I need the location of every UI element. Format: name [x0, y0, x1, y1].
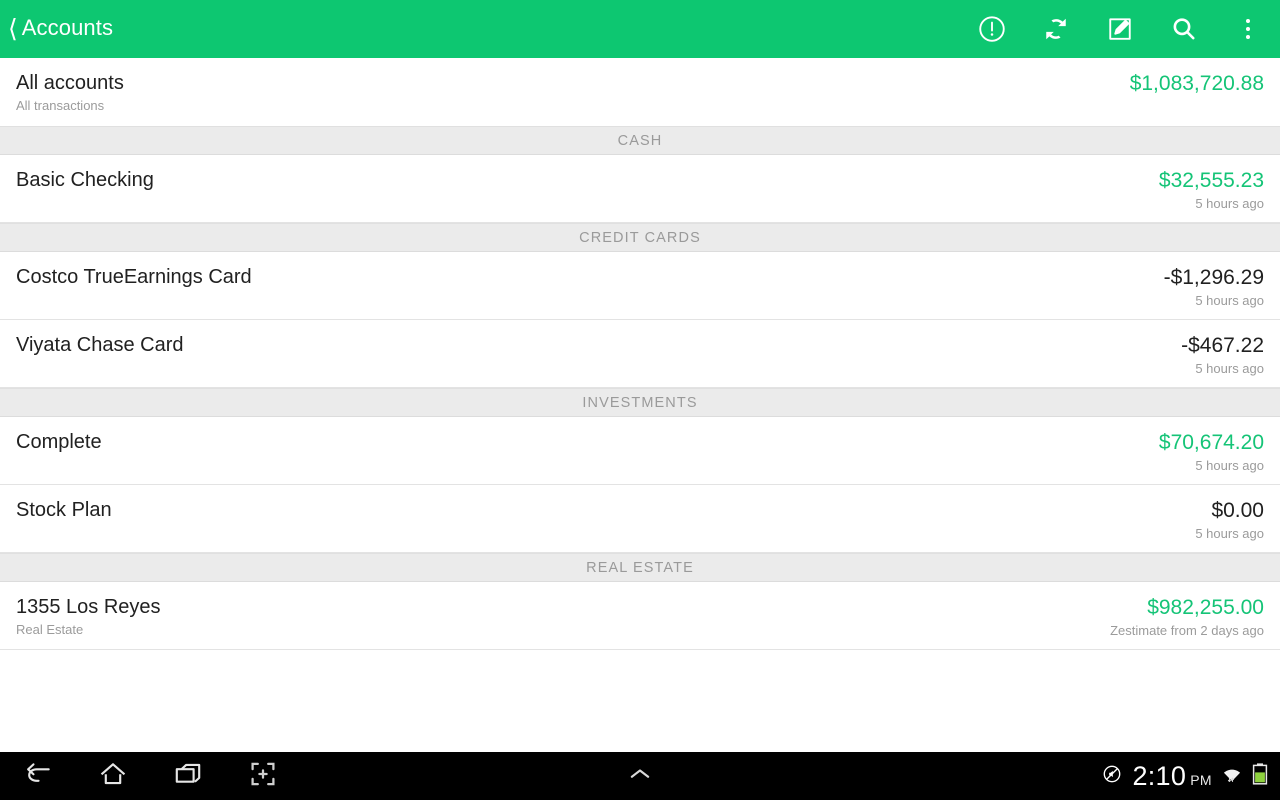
account-labels: Costco TrueEarnings Card — [16, 266, 252, 292]
back-chevron-icon: ⟨ — [8, 14, 18, 43]
page-title: Accounts — [21, 15, 114, 40]
section-label: REAL ESTATE — [586, 559, 694, 576]
account-labels: Viyata Chase Card — [16, 334, 184, 360]
account-value: $32,555.23 5 hours ago — [1159, 169, 1264, 212]
home-nav-icon — [97, 758, 129, 795]
account-updated-time: 5 hours ago — [1195, 458, 1264, 473]
all-accounts-labels: All accounts All transactions — [16, 72, 124, 114]
search-button[interactable] — [1152, 0, 1216, 58]
account-row-complete[interactable]: Complete $70,674.20 5 hours ago — [0, 417, 1280, 485]
account-name: 1355 Los Reyes — [16, 596, 161, 618]
status-area[interactable]: 2:10 PM — [1101, 762, 1280, 791]
account-name: Complete — [16, 431, 102, 453]
account-amount: $70,674.20 — [1158, 431, 1264, 454]
account-amount: -$467.22 — [1181, 334, 1264, 357]
section-header-real-estate: REAL ESTATE — [0, 553, 1280, 582]
account-value: $70,674.20 5 hours ago — [1159, 431, 1264, 474]
section-label: CREDIT CARDS — [579, 229, 701, 246]
section-header-investments: INVESTMENTS — [0, 388, 1280, 417]
android-navigation-bar: 2:10 PM — [0, 752, 1280, 800]
clock-ampm: PM — [1190, 771, 1212, 788]
home-nav-button[interactable] — [89, 752, 137, 800]
account-amount: $32,555.23 — [1158, 169, 1264, 192]
mute-icon — [1101, 763, 1123, 790]
nav-buttons — [0, 752, 287, 800]
all-accounts-name: All accounts — [16, 72, 124, 94]
refresh-button[interactable] — [1024, 0, 1088, 58]
recent-apps-nav-button[interactable] — [164, 752, 212, 800]
account-value: -$1,296.29 5 hours ago — [1164, 266, 1264, 309]
all-accounts-amount: $1,083,720.88 — [1129, 72, 1264, 95]
section-header-cash: CASH — [0, 126, 1280, 155]
all-accounts-value: $1,083,720.88 — [1130, 72, 1264, 96]
account-labels: Stock Plan — [16, 499, 112, 525]
all-accounts-row[interactable]: All accounts All transactions $1,083,720… — [0, 58, 1280, 126]
status-clock: 2:10 PM — [1132, 760, 1212, 791]
compose-icon — [1105, 14, 1135, 44]
account-name: Basic Checking — [16, 169, 154, 191]
recent-apps-nav-icon — [172, 758, 204, 795]
account-value: $0.00 5 hours ago — [1195, 499, 1264, 542]
account-row-1355-los-reyes[interactable]: 1355 Los Reyes Real Estate $982,255.00 Z… — [0, 582, 1280, 650]
app-bar: ⟨ Accounts — [0, 0, 1280, 58]
refresh-icon — [1041, 14, 1071, 44]
screenshot-nav-button[interactable] — [239, 752, 287, 800]
account-updated-time: 5 hours ago — [1195, 526, 1264, 541]
account-amount: $982,255.00 — [1147, 596, 1264, 619]
overflow-menu-button[interactable] — [1216, 0, 1280, 58]
account-value: -$467.22 5 hours ago — [1181, 334, 1264, 377]
chevron-up-icon — [625, 759, 655, 794]
back-nav-button[interactable] — [14, 752, 62, 800]
account-name: Costco TrueEarnings Card — [16, 266, 252, 288]
expand-navbar-button[interactable] — [616, 752, 664, 800]
back-nav-icon — [22, 758, 54, 795]
search-icon — [1169, 14, 1199, 44]
alerts-icon — [977, 14, 1007, 44]
compose-button[interactable] — [1088, 0, 1152, 58]
account-value: $982,255.00 Zestimate from 2 days ago — [1110, 596, 1264, 639]
section-label: CASH — [617, 132, 663, 149]
account-amount: -$1,296.29 — [1163, 266, 1264, 289]
section-label: INVESTMENTS — [582, 394, 698, 411]
battery-icon — [1252, 762, 1268, 791]
section-header-credit-cards: CREDIT CARDS — [0, 223, 1280, 252]
account-updated-time: Zestimate from 2 days ago — [1110, 623, 1264, 638]
overflow-menu-icon — [1246, 19, 1250, 39]
alerts-button[interactable] — [960, 0, 1024, 58]
account-labels: Complete — [16, 431, 102, 457]
account-row-stock-plan[interactable]: Stock Plan $0.00 5 hours ago — [0, 485, 1280, 553]
back-button[interactable]: ⟨ Accounts — [0, 14, 114, 43]
account-labels: Basic Checking — [16, 169, 154, 195]
account-updated-time: 5 hours ago — [1195, 361, 1264, 376]
all-accounts-subtitle: All transactions — [16, 98, 105, 113]
account-amount: $0.00 — [1211, 499, 1264, 522]
wifi-icon — [1221, 763, 1243, 790]
accounts-list: All accounts All transactions $1,083,720… — [0, 58, 1280, 752]
account-name: Stock Plan — [16, 499, 112, 521]
account-updated-time: 5 hours ago — [1195, 293, 1264, 308]
app-bar-actions — [960, 0, 1280, 58]
account-updated-time: 5 hours ago — [1195, 196, 1264, 211]
screenshot-nav-icon — [247, 758, 279, 795]
account-row-costco-trueearnings-card[interactable]: Costco TrueEarnings Card -$1,296.29 5 ho… — [0, 252, 1280, 320]
account-row-basic-checking[interactable]: Basic Checking $32,555.23 5 hours ago — [0, 155, 1280, 223]
account-subtitle: Real Estate — [16, 622, 84, 637]
app-root: ⟨ Accounts All accounts All transactions… — [0, 0, 1280, 800]
clock-time: 2:10 — [1132, 760, 1187, 791]
account-labels: 1355 Los Reyes Real Estate — [16, 596, 161, 638]
account-name: Viyata Chase Card — [16, 334, 184, 356]
account-row-viyata-chase-card[interactable]: Viyata Chase Card -$467.22 5 hours ago — [0, 320, 1280, 388]
